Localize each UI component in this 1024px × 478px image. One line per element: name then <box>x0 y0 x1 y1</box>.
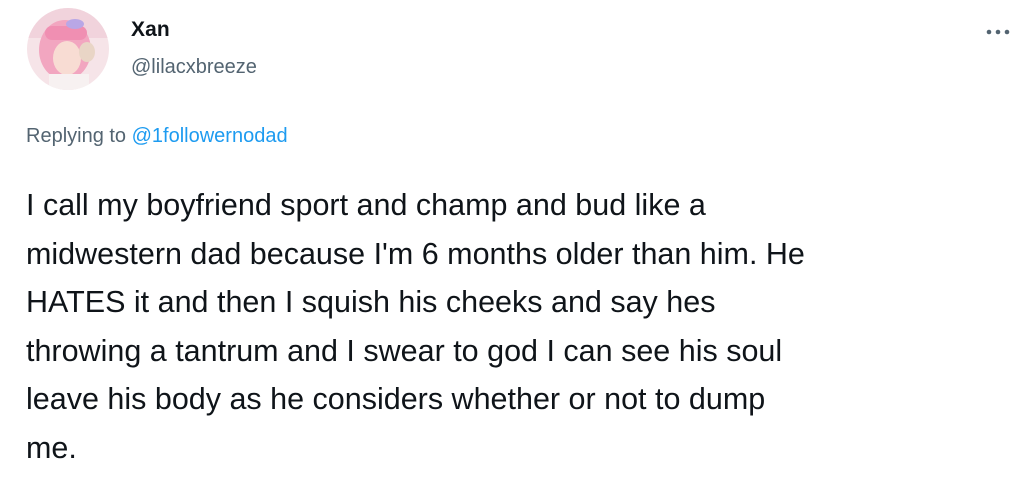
more-horizontal-icon[interactable] <box>985 26 1011 38</box>
tweet: Xan @lilacxbreeze Replying to @1follower… <box>0 0 1024 478</box>
user-handle[interactable]: @lilacxbreeze <box>131 56 257 79</box>
tweet-text: I call my boyfriend sport and champ and … <box>26 181 996 472</box>
tweet-text-line: HATES it and then I squish his cheeks an… <box>26 285 716 319</box>
tweet-text-line: me. <box>26 430 77 465</box>
tweet-text-line: throwing a tantrum and I swear to god I … <box>26 333 783 368</box>
tweet-text-line: I call my boyfriend sport and champ and … <box>26 188 706 222</box>
display-name[interactable]: Xan <box>131 18 170 42</box>
replying-to-line: Replying to @1followernodad <box>26 125 288 148</box>
tweet-text-line: leave his body as he considers whether o… <box>26 382 766 416</box>
tweet-text-line: midwestern dad because I'm 6 months olde… <box>26 236 805 271</box>
avatar[interactable] <box>27 8 109 90</box>
replying-to-label: Replying to <box>26 125 127 147</box>
profile-photo-icon <box>27 8 109 90</box>
reply-target-link[interactable]: @1followernodad <box>132 125 288 147</box>
